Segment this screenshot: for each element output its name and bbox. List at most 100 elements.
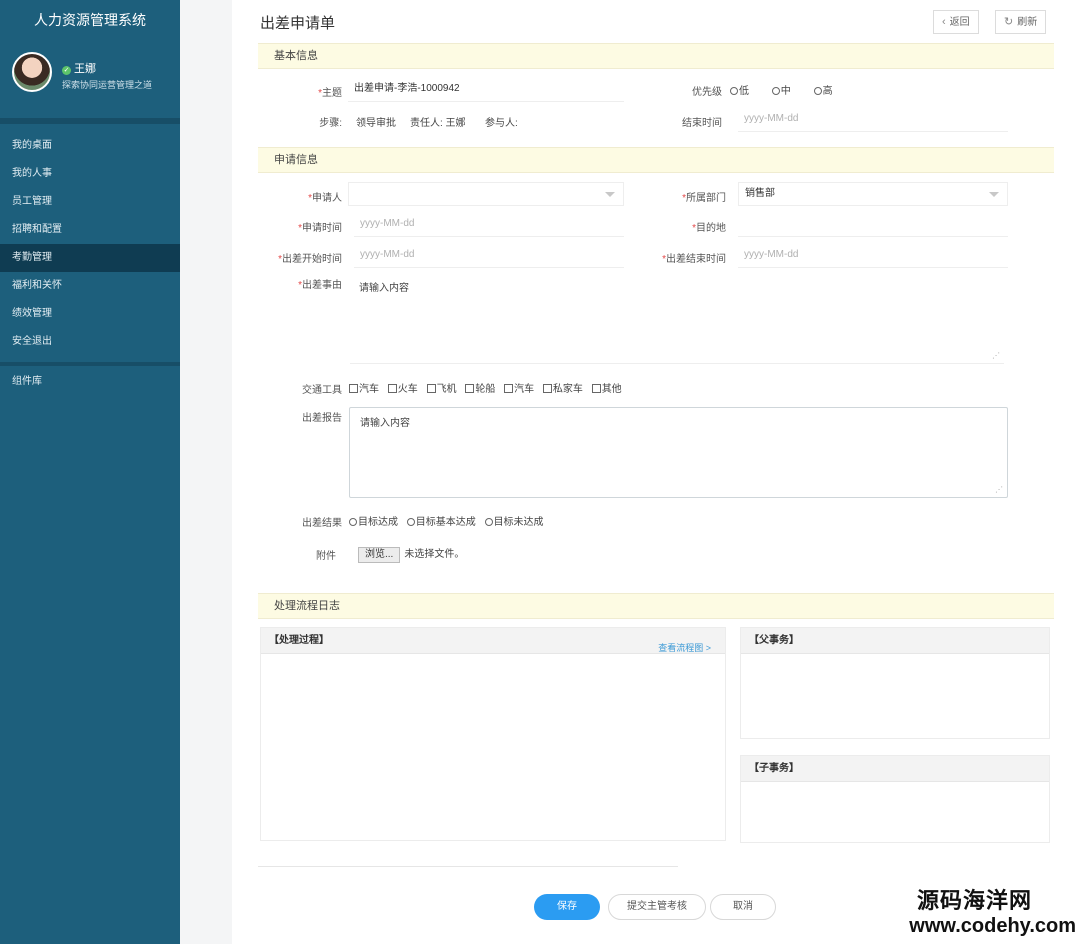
chevron-left-icon: ‹ xyxy=(942,16,946,28)
transport-plane[interactable]: 飞机 xyxy=(426,384,457,395)
footer-divider xyxy=(258,866,678,867)
radio-icon xyxy=(484,518,493,526)
priority-label: 优先级 xyxy=(692,87,722,98)
priority-low[interactable]: 低 xyxy=(730,86,749,97)
result-mostly-achieved[interactable]: 目标基本达成 xyxy=(406,517,476,528)
checkbox-icon xyxy=(504,384,514,393)
checkbox-icon xyxy=(591,384,601,393)
sidebar-item-my-hr[interactable]: 我的人事 xyxy=(0,160,180,188)
watermark-title: 源码海洋网 xyxy=(916,888,1032,913)
priority-mid[interactable]: 中 xyxy=(771,86,791,97)
priority-options: 低 中 高 xyxy=(730,82,839,97)
dept-label: *所属部门 xyxy=(682,193,726,204)
chevron-down-icon xyxy=(989,192,999,197)
checkbox-icon xyxy=(387,384,397,393)
radio-icon xyxy=(813,87,822,95)
transport-label: 交通工具 xyxy=(302,385,342,396)
owner-text: 责任人: 王娜 xyxy=(410,118,466,129)
checkbox-icon xyxy=(349,384,358,393)
transport-other[interactable]: 其他 xyxy=(591,384,622,395)
transport-bus[interactable]: 汽车 xyxy=(504,384,534,395)
priority-high[interactable]: 高 xyxy=(813,86,833,97)
destination-label: *目的地 xyxy=(692,223,726,234)
user-name[interactable]: ✓ 王娜 xyxy=(62,60,96,76)
checkbox-icon xyxy=(542,384,552,393)
reason-textarea[interactable]: 请输入内容 ⋰ xyxy=(350,272,1004,364)
sidebar-item-desktop[interactable]: 我的桌面 xyxy=(0,132,180,160)
applicant-label: *申请人 xyxy=(308,193,342,204)
child-task-panel: 【子事务】 xyxy=(740,755,1050,843)
reason-label: *出差事由 xyxy=(298,280,342,291)
result-achieved[interactable]: 目标达成 xyxy=(349,517,398,528)
result-not-achieved[interactable]: 目标未达成 xyxy=(484,517,544,528)
sidebar-nav-extra: 组件库 xyxy=(0,362,180,398)
end-time-label: 结束时间 xyxy=(682,118,722,129)
transport-train[interactable]: 火车 xyxy=(387,384,418,395)
sidebar-item-recruitment[interactable]: 招聘和配置 xyxy=(0,216,180,244)
participants-text: 参与人: xyxy=(485,118,518,129)
process-panel: 【处理过程】 查看流程图 > xyxy=(260,627,726,841)
sidebar-item-attendance[interactable]: 考勤管理 xyxy=(0,244,180,272)
no-file-text: 未选择文件。 xyxy=(404,549,465,560)
page-title: 出差申请单 xyxy=(260,15,336,32)
avatar[interactable] xyxy=(12,52,52,92)
watermark: 源码海洋网 www.codehy.com xyxy=(909,883,1076,938)
sidebar-item-performance[interactable]: 绩效管理 xyxy=(0,300,180,328)
chevron-down-icon xyxy=(605,192,615,197)
start-time-input[interactable]: yyyy-MM-dd xyxy=(354,244,624,268)
attach-label: 附件 xyxy=(316,551,336,562)
back-button[interactable]: ‹ 返回 xyxy=(933,10,979,34)
resize-handle-icon: ⋰ xyxy=(995,485,1003,494)
apply-time-input[interactable]: yyyy-MM-dd xyxy=(354,213,624,237)
checkbox-icon xyxy=(426,384,436,393)
sidebar-nav: 我的桌面 我的人事 员工管理 招聘和配置 考勤管理 福利和关怀 绩效管理 安全退… xyxy=(0,124,180,356)
dept-select[interactable]: 销售部 xyxy=(738,182,1008,206)
view-flowchart-link[interactable]: 查看流程图 > xyxy=(658,635,711,661)
app-title: 人力资源管理系统 xyxy=(34,12,146,28)
report-label: 出差报告 xyxy=(302,413,342,424)
submit-review-button[interactable]: 提交主管考核 xyxy=(608,894,706,920)
reason-placeholder: 请输入内容 xyxy=(359,283,409,294)
transport-options: 汽车 火车 飞机 轮船 汽车 私家车 其他 xyxy=(349,380,628,395)
content-gutter xyxy=(180,0,232,944)
result-options: 目标达成 目标基本达成 目标未达成 xyxy=(349,513,550,528)
sidebar-item-employees[interactable]: 员工管理 xyxy=(0,188,180,216)
save-button[interactable]: 保存 xyxy=(534,894,600,920)
main-content: 出差申请单 ‹ 返回 ↻ 刷新 基本信息 *主题 出差申请-李浩-1000942 优… xyxy=(232,0,1080,944)
apply-time-label: *申请时间 xyxy=(298,223,342,234)
browse-button[interactable]: 浏览... xyxy=(358,547,401,563)
section-apply-info: 申请信息 xyxy=(258,147,1054,173)
watermark-url: www.codehy.com xyxy=(909,915,1076,937)
section-basic-info: 基本信息 xyxy=(258,43,1054,69)
report-placeholder: 请输入内容 xyxy=(360,418,410,429)
subject-label: *主题 xyxy=(318,88,342,99)
radio-icon xyxy=(771,87,780,95)
radio-icon xyxy=(349,518,357,526)
steps-value: 领导审批 xyxy=(356,118,396,129)
online-check-icon: ✓ xyxy=(62,66,71,75)
subject-input[interactable]: 出差申请-李浩-1000942 xyxy=(348,78,624,102)
report-textarea[interactable]: 请输入内容 ⋰ xyxy=(349,407,1008,498)
cancel-button[interactable]: 取消 xyxy=(710,894,776,920)
parent-task-panel: 【父事务】 xyxy=(740,627,1050,739)
refresh-button[interactable]: ↻ 刷新 xyxy=(995,10,1047,34)
destination-input[interactable] xyxy=(738,213,1008,237)
sidebar-item-welfare[interactable]: 福利和关怀 xyxy=(0,272,180,300)
applicant-select[interactable] xyxy=(348,182,624,206)
checkbox-icon xyxy=(465,384,475,393)
sidebar: 人力资源管理系统 ✓ 王娜 探索协同运营管理之道 我的桌面 我的人事 员工管理 招… xyxy=(0,0,180,944)
steps-label: 步骤: xyxy=(319,118,342,129)
parent-task-title: 【父事务】 xyxy=(741,628,1049,654)
section-process-log: 处理流程日志 xyxy=(258,593,1054,619)
user-motto: 探索协同运营管理之道 xyxy=(62,80,153,90)
end-date-label: *出差结束时间 xyxy=(662,254,726,265)
user-card: ✓ 王娜 探索协同运营管理之道 xyxy=(0,40,180,118)
transport-private-car[interactable]: 私家车 xyxy=(542,384,583,395)
transport-car[interactable]: 汽车 xyxy=(349,384,379,395)
start-time-label: *出差开始时间 xyxy=(278,254,342,265)
end-time-input[interactable]: yyyy-MM-dd xyxy=(738,108,1008,132)
transport-ship[interactable]: 轮船 xyxy=(465,384,495,395)
sidebar-item-components[interactable]: 组件库 xyxy=(0,366,180,398)
end-date-input[interactable]: yyyy-MM-dd xyxy=(738,244,1008,268)
sidebar-item-logout[interactable]: 安全退出 xyxy=(0,328,180,356)
